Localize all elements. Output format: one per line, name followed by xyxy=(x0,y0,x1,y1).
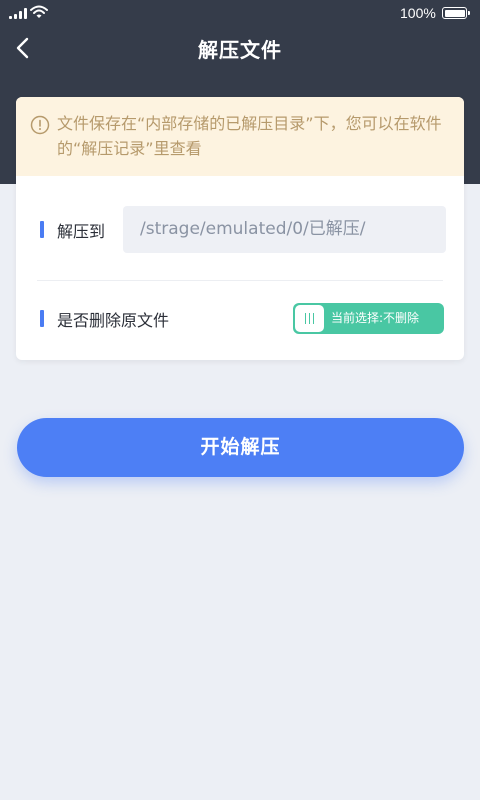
delete-source-toggle[interactable]: 当前选择:不删除 xyxy=(293,303,444,334)
page-title: 解压文件 xyxy=(198,38,282,62)
toggle-knob[interactable] xyxy=(295,305,324,332)
cellular-signal-icon xyxy=(9,8,29,19)
delete-source-label: 是否删除原文件 xyxy=(57,311,170,330)
info-circle-icon xyxy=(30,115,50,135)
row-marker xyxy=(40,310,44,327)
battery-icon xyxy=(442,7,470,19)
status-bar: 100% xyxy=(0,0,480,26)
start-extract-button[interactable]: 开始解压 xyxy=(17,418,464,477)
notice-banner: 文件保存在“内部存储的已解压目录”下，您可以在软件的“解压记录”里查看 xyxy=(16,97,464,176)
toggle-status-text: 当前选择:不删除 xyxy=(331,311,420,325)
divider xyxy=(37,280,443,281)
notice-text: 文件保存在“内部存储的已解压目录”下，您可以在软件的“解压记录”里查看 xyxy=(57,114,442,158)
extract-to-label: 解压到 xyxy=(57,222,106,241)
screen: 100% 解压文件 文件保存在“内部存储的已解压目录”下，您可以在软件的“解压记… xyxy=(0,0,480,800)
extract-settings-card: 文件保存在“内部存储的已解压目录”下，您可以在软件的“解压记录”里查看 解压到 … xyxy=(16,97,464,360)
extract-path-field[interactable]: /strage/emulated/0/已解压/ xyxy=(123,206,446,253)
wifi-icon xyxy=(30,5,48,18)
row-marker xyxy=(40,221,44,238)
battery-percentage: 100% xyxy=(400,5,436,21)
